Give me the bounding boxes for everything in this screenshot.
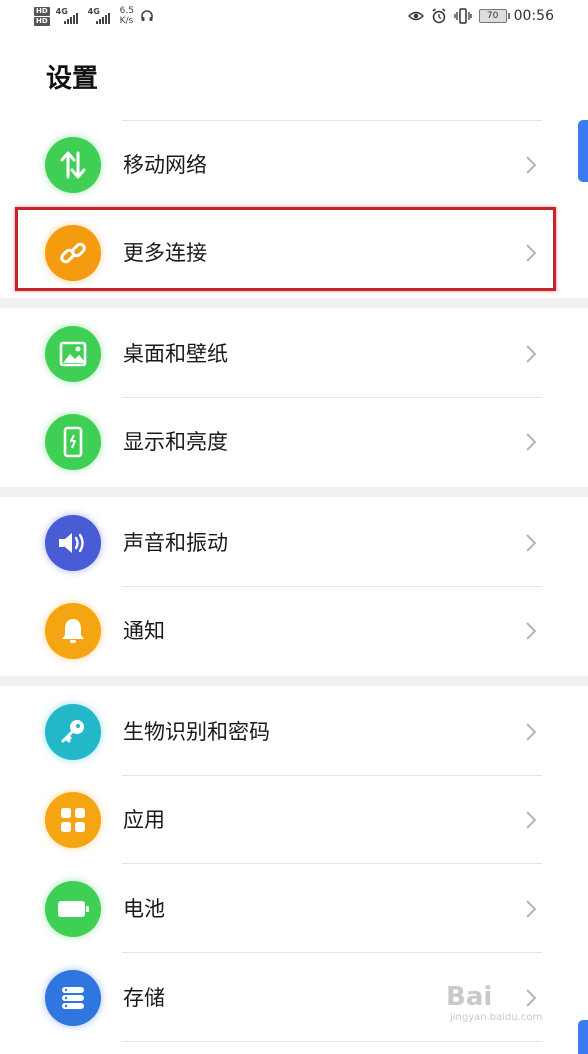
alarm-icon	[432, 8, 446, 24]
settings-item-label: 存储	[123, 986, 165, 1010]
section-gap	[0, 298, 588, 308]
settings-item-label: 电池	[123, 897, 165, 921]
chevron-right-icon	[526, 622, 537, 640]
network-speed: 6.5 K/s	[120, 6, 134, 26]
hd-badge: HD	[34, 16, 50, 26]
signal-icon: 4G	[88, 7, 114, 25]
headset-icon	[141, 10, 153, 21]
speed-value: 6.5	[119, 6, 134, 16]
speed-unit: K/s	[119, 16, 134, 26]
settings-item-label: 桌面和壁纸	[123, 342, 228, 366]
settings-item-display-brightness[interactable]: 显示和亮度	[0, 398, 588, 486]
section-gap	[0, 487, 588, 497]
eye-comfort-icon	[407, 11, 424, 21]
watermark-url: jingyan.baidu.com	[450, 1012, 543, 1023]
settings-item-label: 通知	[123, 619, 165, 643]
phone-brightness-icon	[45, 414, 101, 470]
settings-item-battery[interactable]: 电池	[0, 865, 588, 953]
divider	[122, 1041, 542, 1042]
chevron-right-icon	[526, 723, 537, 741]
settings-item-biometrics-password[interactable]: 生物识别和密码	[0, 688, 588, 776]
watermark-text: Bai	[446, 982, 493, 1012]
chevron-right-icon	[526, 345, 537, 363]
settings-item-label: 生物识别和密码	[123, 720, 270, 744]
image-icon	[45, 326, 101, 382]
settings-item-sound-vibration[interactable]: 声音和振动	[0, 499, 588, 587]
vibrate-icon	[453, 8, 472, 24]
hd-badge: HD	[34, 6, 50, 16]
settings-item-label: 声音和振动	[123, 531, 228, 555]
clock: 00:56	[513, 8, 554, 24]
chevron-right-icon	[526, 156, 537, 174]
apps-grid-icon	[45, 792, 101, 848]
battery-icon	[45, 881, 101, 937]
page-title: 设置	[46, 64, 99, 94]
watermark: Bai jingyan.baidu.com	[446, 982, 556, 1023]
section-gap	[0, 676, 588, 686]
highlight-box	[15, 207, 556, 291]
bell-icon	[45, 603, 101, 659]
hd-indicator: HD HD	[34, 6, 50, 26]
settings-item-label: 应用	[123, 808, 165, 832]
updown-arrows-icon	[45, 137, 101, 193]
settings-item-apps[interactable]: 应用	[0, 776, 588, 864]
settings-item-mobile-network[interactable]: 移动网络	[0, 121, 588, 209]
battery-indicator: 70	[478, 9, 510, 23]
chevron-right-icon	[526, 433, 537, 451]
settings-item-label: 显示和亮度	[123, 430, 228, 454]
battery-level: 70	[486, 11, 499, 21]
divider	[122, 952, 542, 953]
speaker-icon	[45, 515, 101, 571]
settings-item-notifications[interactable]: 通知	[0, 587, 588, 675]
key-icon	[45, 704, 101, 760]
divider	[122, 863, 542, 864]
signal-icon: 4G	[56, 7, 82, 25]
settings-item-desktop-wallpaper[interactable]: 桌面和壁纸	[0, 310, 588, 398]
chevron-right-icon	[526, 811, 537, 829]
chevron-right-icon	[526, 900, 537, 918]
settings-item-label: 移动网络	[123, 153, 207, 177]
chevron-right-icon	[526, 534, 537, 552]
status-bar: HD HD 4G 4G 6.5 K/s 70 00:56	[0, 0, 588, 36]
storage-icon	[45, 970, 101, 1026]
scrollbar-thumb[interactable]	[578, 1020, 588, 1054]
